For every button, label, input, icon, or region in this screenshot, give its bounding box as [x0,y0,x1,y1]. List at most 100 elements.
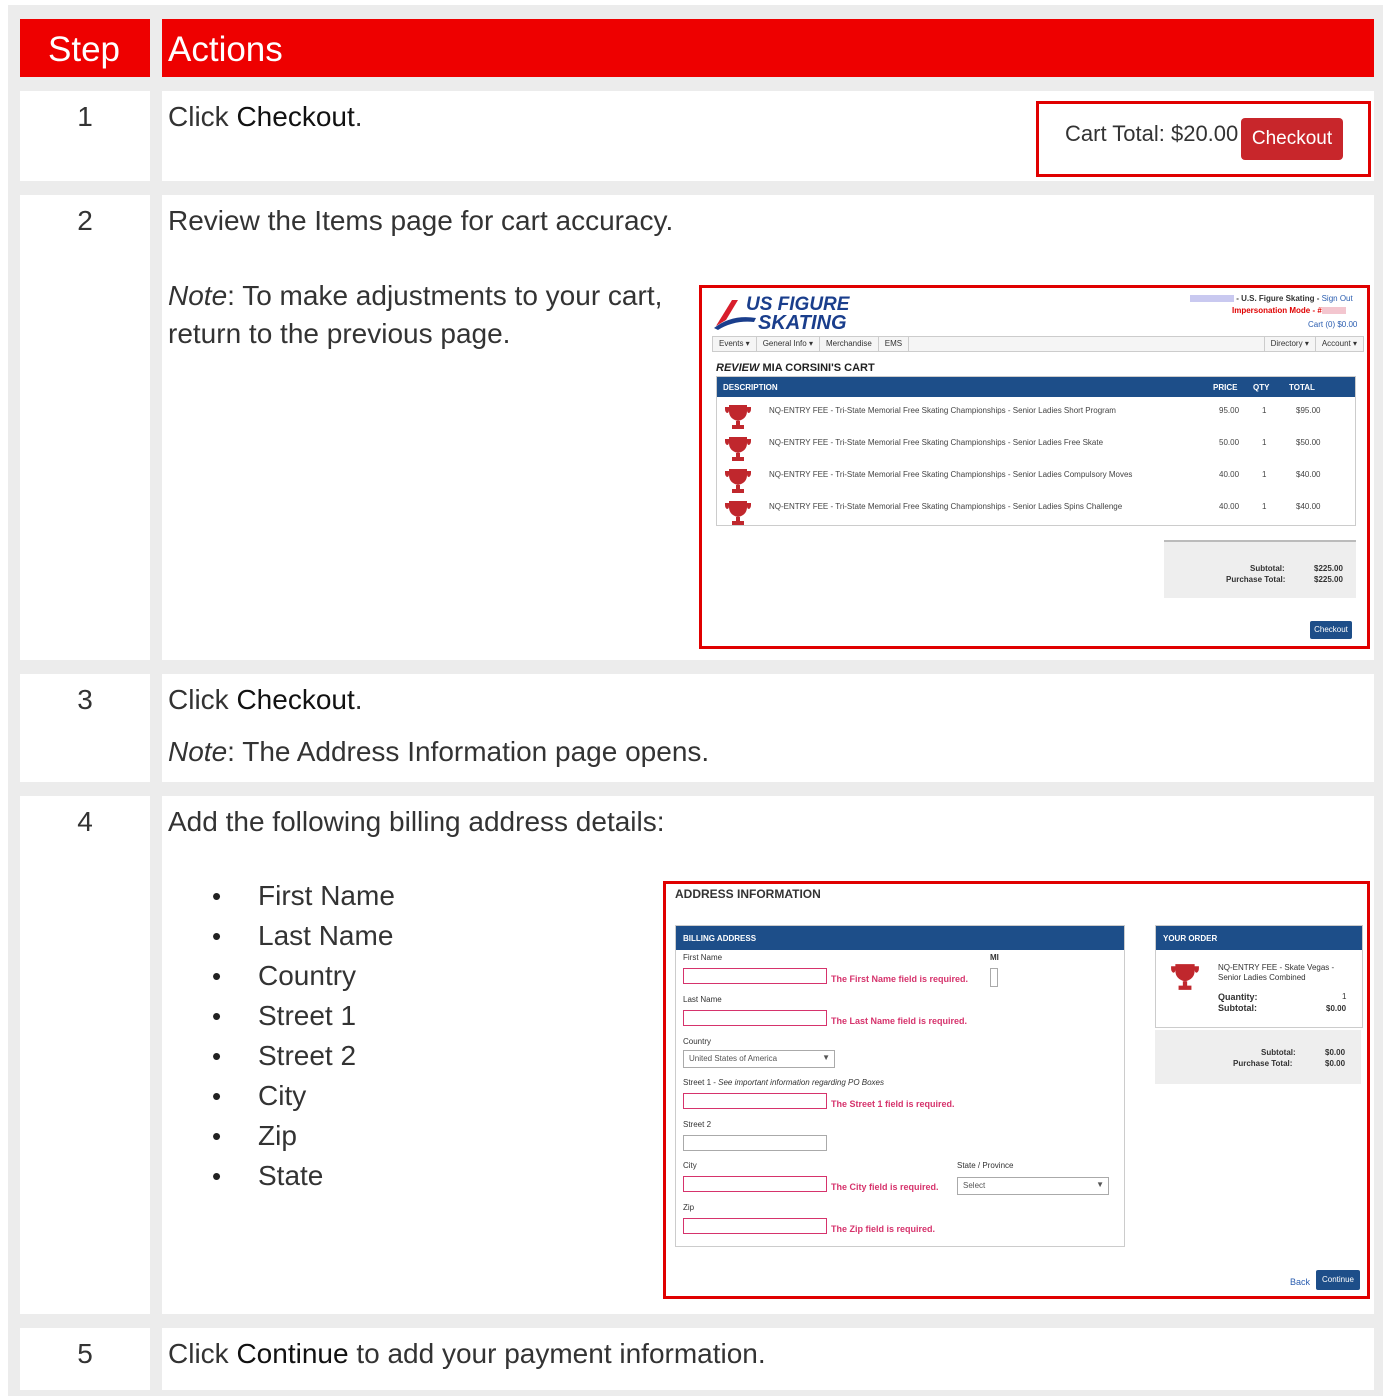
first-name-error: The First Name field is required. [831,974,969,984]
address-title: ADDRESS INFORMATION [675,887,821,901]
chevron-down-icon: ▼ [822,1053,830,1062]
trophy-icon [725,405,751,429]
logo-line2: SKATING [758,312,847,334]
step-1-num: 1 [77,101,93,132]
step-4-text: Add the following billing address detail… [168,806,665,837]
order-item-name-2: Senior Ladies Combined [1218,973,1306,982]
cart-total-text: Cart Total: $20.00 [1065,121,1239,146]
list-item: City [202,1076,395,1116]
po-box-link[interactable]: See important information regarding PO B… [718,1078,884,1087]
last-name-field[interactable] [683,1010,827,1026]
step-action-1: Click Checkout. Cart Total: $20.00 Check… [162,91,1374,181]
header-actions-label: Actions [168,30,283,69]
step-3-note: Note: The Address Information page opens… [168,736,710,767]
step-action-5: Click Continue to add your payment infor… [162,1328,1374,1390]
checkout-term: Checkout [236,101,355,132]
back-link[interactable]: Back [1290,1277,1310,1287]
list-item: Last Name [202,916,395,956]
street1-field[interactable] [683,1093,827,1109]
mi-field[interactable] [990,968,998,987]
steps-table: Step Actions 1 Click Checkout. Cart Tota… [8,5,1383,1396]
main-nav: Events ▾ General Info ▾ Merchandise EMS Dir… [712,336,1364,352]
step-number-1: 1 [20,91,150,181]
zip-label: Zip [683,1203,695,1212]
order-summary: Subtotal: $0.00 Purchase Total: $0.00 [1155,1030,1361,1084]
list-item: State [202,1156,395,1196]
trophy-icon [1171,964,1199,990]
street2-label: Street 2 [683,1120,712,1129]
cart-link[interactable]: Cart (0) $0.00 [1308,320,1357,329]
nav-directory[interactable]: Directory ▾ [1263,337,1316,351]
country-select[interactable]: United States of America ▼ [683,1050,835,1068]
top-user-bar: - U.S. Figure Skating - Sign Out [1190,294,1353,303]
first-name-field[interactable] [683,968,827,984]
trophy-icon [725,501,751,525]
step-5-text: Click Continue to add your payment infor… [168,1338,766,1369]
nav-account[interactable]: Account ▾ [1316,337,1363,351]
sign-out-link[interactable]: Sign Out [1322,294,1353,303]
city-field[interactable] [683,1176,827,1192]
state-select[interactable]: Select ▼ [957,1177,1109,1195]
order-item-name-1: NQ-ENTRY FEE - Skate Vegas - [1218,963,1335,972]
step-2-text: Review the Items page for cart accuracy. [168,205,674,236]
step-number-5: 5 [20,1328,150,1390]
step-number-4: 4 [20,796,150,1314]
zip-field[interactable] [683,1218,827,1234]
trophy-icon [725,469,751,493]
order-header: YOUR ORDER [1156,926,1362,950]
header-step-label: Step [48,30,120,69]
street1-error: The Street 1 field is required. [831,1099,955,1109]
quantity-value: 1 [1342,992,1347,1001]
list-item: Street 1 [202,996,395,1036]
street2-field[interactable] [683,1135,827,1151]
order-subtotal-label: Subtotal: [1218,1003,1257,1013]
billing-header: BILLING ADDRESS [676,926,1124,950]
checkout-term: Checkout [236,684,355,715]
cart-checkout-button[interactable]: Checkout [1241,118,1343,160]
city-label: City [683,1161,697,1170]
header-actions: Actions [162,19,1374,77]
continue-button[interactable]: Continue [1316,1270,1360,1290]
redacted-id [1321,307,1346,315]
step-number-2: 2 [20,195,150,660]
city-error: The City field is required. [831,1182,939,1192]
step-2-note: Note: To make adjustments to your cart, … [168,280,663,349]
org-name: - U.S. Figure Skating - [1236,294,1320,303]
country-label: Country [683,1037,712,1046]
nav-merchandise[interactable]: Merchandise [820,337,879,351]
step-number-3: 3 [20,674,150,782]
state-label: State / Province [957,1161,1014,1170]
cart-summary: Subtotal: $225.00 Purchase Total: $225.0… [1164,540,1356,598]
cart-table-header: DESCRIPTION PRICE QTY TOTAL [717,377,1355,397]
step-2-num: 2 [77,205,93,236]
continue-term: Continue [236,1338,349,1369]
order-subtotal-value: $0.00 [1326,1004,1347,1013]
list-item: Zip [202,1116,395,1156]
nav-ems[interactable]: EMS [879,337,910,351]
step-3-num: 3 [77,684,93,715]
step-action-3: Click Checkout. Note: The Address Inform… [162,674,1374,782]
impersonation-bar: Impersonation Mode - # [1232,306,1346,315]
nav-events[interactable]: Events ▾ [713,337,757,351]
redacted-name [1190,295,1234,303]
zip-error: The Zip field is required. [831,1224,936,1234]
last-name-label: Last Name [683,995,722,1004]
address-screenshot: ADDRESS INFORMATION BILLING ADDRESS Firs… [663,881,1370,1299]
billing-panel: BILLING ADDRESS First Name MI The First … [675,925,1125,1247]
quantity-label: Quantity: [1218,992,1258,1002]
header-step: Step [20,19,150,77]
nav-general-info[interactable]: General Info ▾ [757,337,820,351]
step-5-num: 5 [77,1338,93,1369]
cart-review-screenshot: US FIGURE SKATING - U.S. Figure Skating … [699,285,1370,649]
street1-label: Street 1 - See important information reg… [683,1078,885,1087]
cart-total-screenshot: Cart Total: $20.00 Checkout [1036,101,1371,177]
billing-field-list: First Name Last Name Country Street 1 St… [202,876,395,1196]
step-3-text: Click Checkout. [168,684,363,715]
review-checkout-button[interactable]: Checkout [1310,621,1352,639]
step-4-num: 4 [77,806,93,837]
review-title: REVIEW MIA CORSINI'S CART [716,362,875,374]
cart-table: DESCRIPTION PRICE QTY TOTAL NQ-ENTRY FEE… [716,376,1356,526]
list-item: First Name [202,876,395,916]
last-name-error: The Last Name field is required. [831,1016,968,1026]
order-panel: YOUR ORDER NQ-ENTRY FEE - Skate Vegas - … [1155,925,1363,1028]
